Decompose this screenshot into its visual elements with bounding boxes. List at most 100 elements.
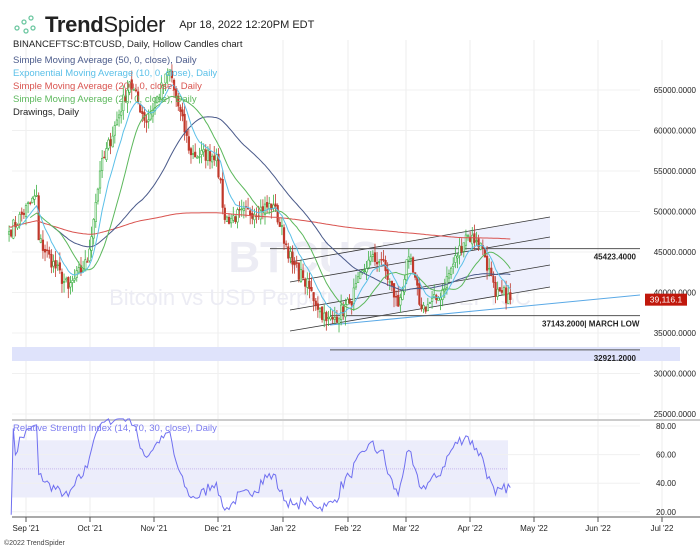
candle-body [471, 234, 474, 245]
candle-body [354, 283, 358, 288]
candle-body [373, 252, 377, 262]
candle-body [282, 227, 286, 244]
candle [215, 148, 218, 167]
candle-body [424, 306, 427, 312]
rsi-tick-label: 60.00 [656, 451, 677, 460]
candle-body [147, 119, 150, 122]
candle-body [310, 287, 313, 292]
candle [242, 201, 245, 219]
candle-body [378, 261, 381, 263]
candle-body [198, 156, 201, 158]
candle [272, 194, 275, 212]
candle-body [92, 219, 95, 239]
candle-body [475, 240, 478, 242]
candle [179, 104, 182, 121]
candle [111, 126, 114, 148]
candle [46, 241, 49, 258]
candle-body [149, 113, 152, 120]
candle-body [382, 259, 385, 261]
support-zone [12, 347, 680, 361]
candle-body [43, 248, 47, 253]
candle [73, 269, 76, 283]
candle [67, 276, 70, 299]
candle-body [77, 267, 80, 273]
candle [107, 137, 110, 151]
candle [219, 177, 222, 184]
last-price-label: 39,116.1 [650, 295, 683, 305]
candle [37, 192, 40, 241]
candle-body [363, 270, 366, 272]
rsi-legend[interactable]: Relative Strength Index (14, 70, 30, clo… [13, 423, 217, 434]
legend-sma50[interactable]: Simple Moving Average (50, 0, close), Da… [13, 55, 197, 66]
candle-body [88, 248, 91, 262]
candle-body [437, 297, 440, 301]
candle-body [390, 280, 393, 286]
candle [31, 196, 34, 204]
time-tick-label: Dec '21 [205, 524, 232, 533]
candle-body [37, 195, 40, 241]
candle [276, 203, 279, 225]
candle-body [289, 251, 292, 258]
candle-body [291, 251, 294, 265]
candle-body [295, 262, 298, 264]
candle [183, 105, 186, 141]
candle [24, 203, 28, 226]
legend-sma200[interactable]: Simple Moving Average (200, 0, close), D… [13, 81, 202, 92]
candle-body [409, 257, 413, 260]
candle-body [56, 264, 59, 267]
candle-body [399, 297, 402, 306]
candle [103, 150, 106, 159]
candle-body [392, 283, 396, 298]
candle [236, 207, 239, 229]
candle-body [232, 215, 235, 221]
candle [41, 230, 45, 259]
candle-body [145, 120, 148, 123]
rsi-tick-label: 80.00 [656, 422, 677, 431]
candle [84, 250, 87, 272]
time-tick-label: Feb '22 [335, 524, 362, 533]
candle [52, 254, 55, 273]
candle-body [46, 249, 49, 252]
legend-drawings[interactable]: Drawings, Daily [13, 107, 79, 118]
candle-body [259, 206, 262, 220]
price-tick-label: 25000.0000 [654, 410, 697, 419]
candle [221, 170, 224, 215]
candle-body [194, 151, 197, 158]
candle-body [33, 195, 36, 200]
candle [320, 306, 324, 323]
candle [35, 184, 38, 198]
candle-body [329, 316, 332, 320]
candle-body [388, 281, 391, 283]
candle [20, 207, 23, 222]
brand-logo: TrendSpider [45, 12, 166, 37]
candle [82, 260, 85, 273]
time-tick-label: May '22 [520, 524, 548, 533]
chart-container[interactable]: Sep '21 Oct '21 Nov '21 Dec '21 Jan '22 Feb '… [0, 0, 700, 549]
candle [227, 213, 231, 225]
candle-body [268, 203, 271, 209]
time-tick-label: Nov '21 [141, 524, 168, 533]
candle-body [418, 283, 421, 305]
candle-body [181, 109, 184, 117]
candle-body [206, 149, 209, 161]
candle-body [466, 235, 470, 237]
candle [327, 310, 330, 327]
candle [22, 208, 25, 219]
candle [98, 160, 102, 194]
candle-body [39, 238, 42, 243]
candle [86, 257, 89, 263]
time-tick-label: Jan '22 [270, 524, 296, 533]
candle-body [464, 234, 468, 246]
candle-body [278, 221, 281, 227]
candle-body [52, 261, 55, 267]
candle [92, 218, 95, 245]
candle-body [509, 292, 512, 300]
time-tick-label: Apr '22 [457, 524, 483, 533]
candle-body [204, 149, 207, 161]
candle [62, 273, 66, 293]
candle-body [285, 243, 288, 245]
legend-sma21[interactable]: Simple Moving Average (21, 0, close), Da… [13, 94, 197, 105]
candle [232, 206, 235, 224]
legend-ema10[interactable]: Exponential Moving Average (10, 0, close… [13, 68, 217, 79]
candle [318, 306, 322, 319]
